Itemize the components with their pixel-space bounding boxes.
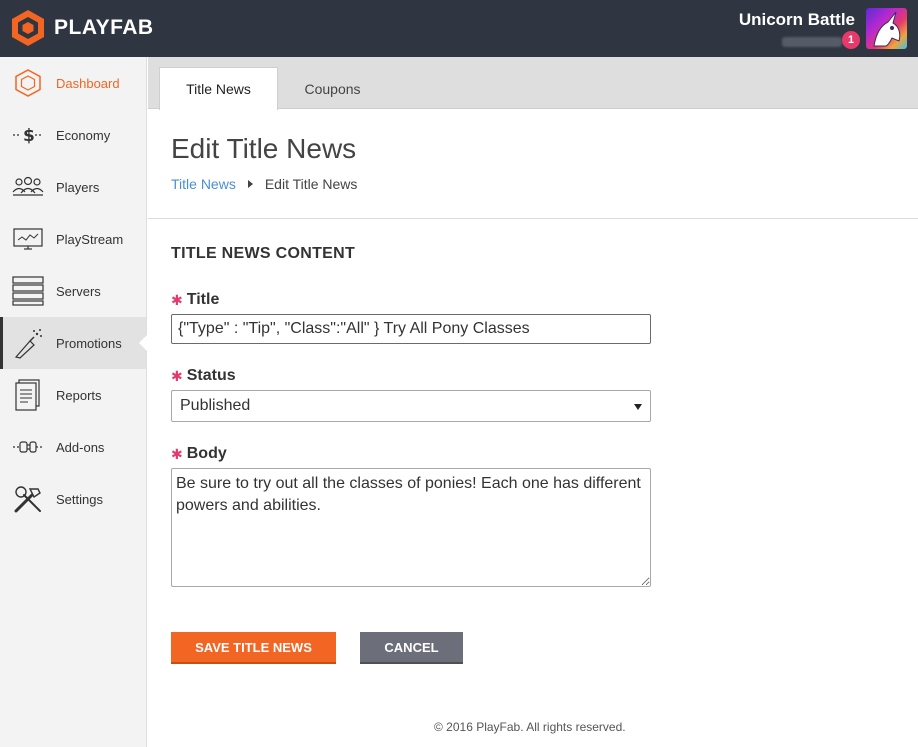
sidebar-item-settings[interactable]: Settings [0,473,146,525]
title-input[interactable] [171,314,651,344]
sidebar-item-dashboard[interactable]: Dashboard [0,57,146,109]
breadcrumb-caret-icon [247,180,253,188]
status-field-label: ✱ Status [171,367,236,385]
champagne-icon [12,327,44,359]
tools-icon [12,483,44,515]
sidebar-item-add-ons[interactable]: Add-ons [0,421,146,473]
required-marker: ✱ [171,367,183,384]
players-icon [12,171,44,203]
sidebar-item-label: Promotions [56,335,122,351]
status-select[interactable]: Published [171,390,651,422]
plug-icon [12,431,44,463]
save-title-news-button[interactable]: SAVE TITLE NEWS [171,632,336,664]
unicorn-icon [873,11,901,47]
servers-icon [12,275,44,307]
status-label-text: Status [186,367,236,384]
page-title: Edit Title News [171,133,357,164]
brand-name: PLAYFAB [54,16,154,39]
breadcrumb-current: Edit Title News [264,176,358,192]
svg-text:$: $ [23,126,35,146]
sidebar-item-players[interactable]: Players [0,161,146,213]
blurred-account-name [782,37,842,47]
cancel-button[interactable]: CANCEL [360,632,463,664]
required-marker: ✱ [171,291,183,308]
tab-coupons[interactable]: Coupons [278,67,387,110]
required-marker: ✱ [171,445,183,462]
sidebar-item-servers[interactable]: Servers [0,265,146,317]
section-title: TITLE NEWS CONTENT [171,245,356,262]
playfab-logo[interactable]: PLAYFAB [10,9,154,47]
sidebar-item-label: Players [56,179,100,195]
title-label-text: Title [186,291,220,308]
sidebar-item-promotions[interactable]: Promotions [0,317,147,369]
breadcrumb-link-title-news[interactable]: Title News [171,176,236,192]
notification-badge[interactable]: 1 [842,31,860,49]
sidebar-item-label: Settings [56,491,103,507]
header-divider [148,218,918,219]
sidebar-item-label: Dashboard [56,75,120,91]
sidebar: Dashboard $ Economy Players PlayStream S… [0,57,147,747]
game-avatar[interactable] [866,8,907,49]
reports-icon [12,379,44,411]
monitor-icon [12,223,44,255]
footer-copyright: © 2016 PlayFab. All rights reserved. [434,720,626,734]
title-field-label: ✱ Title [171,291,219,309]
breadcrumb: Title News Edit Title News [171,176,357,192]
sidebar-item-playstream[interactable]: PlayStream [0,213,146,265]
tab-title-news[interactable]: Title News [159,67,278,110]
dropdown-caret-icon [634,404,642,410]
playfab-logo-icon [12,10,44,46]
body-label-text: Body [186,445,227,462]
sidebar-item-label: PlayStream [56,231,124,247]
hexagon-icon [12,67,44,99]
body-field-label: ✱ Body [171,445,227,463]
sidebar-item-label: Reports [56,387,102,403]
game-title[interactable]: Unicorn Battle [739,10,855,30]
tab-bar: Title News Coupons [148,57,918,110]
sidebar-item-label: Add-ons [56,439,105,455]
dollar-icon: $ [12,119,44,151]
sidebar-item-reports[interactable]: Reports [0,369,146,421]
top-header: PLAYFAB Unicorn Battle 1 [0,0,918,57]
sidebar-item-economy[interactable]: $ Economy [0,109,146,161]
sidebar-item-label: Servers [56,283,101,299]
status-selected-value: Published [180,397,251,414]
sidebar-item-label: Economy [56,127,111,143]
body-textarea[interactable]: Be sure to try out all the classes of po… [171,468,651,587]
